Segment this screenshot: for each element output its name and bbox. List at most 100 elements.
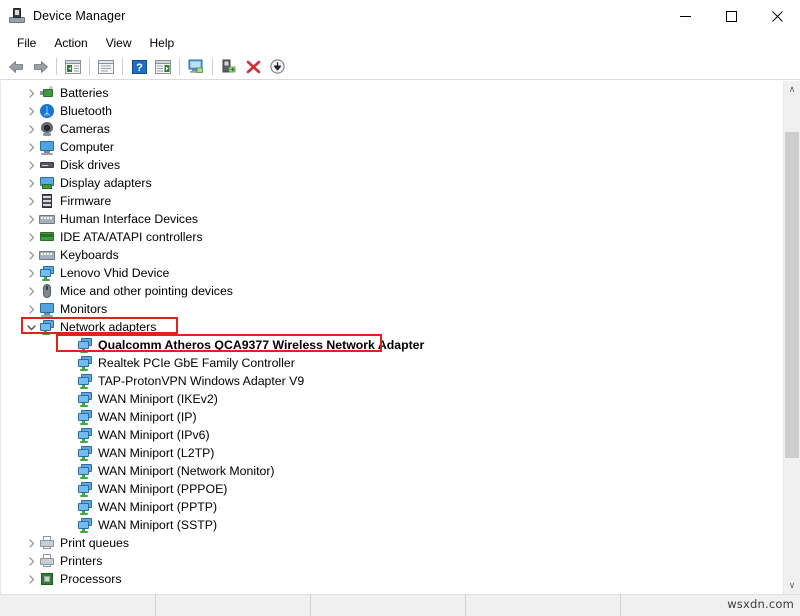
tree-item-label: WAN Miniport (IKEv2) (98, 391, 218, 407)
tree-item-processors[interactable]: Processors (1, 570, 783, 588)
chevron-right-icon[interactable] (23, 84, 39, 102)
tree-item-wan-miniport-ip[interactable]: WAN Miniport (IP) (1, 408, 783, 426)
device-tree[interactable]: BatteriesᛦBluetoothCamerasComputer Disk d… (0, 81, 783, 594)
chevron-right-icon[interactable] (23, 552, 39, 570)
tree-item-wan-miniport-pptp[interactable]: WAN Miniport (PPTP) (1, 498, 783, 516)
network-adapter-icon (39, 265, 55, 281)
chevron-right-icon[interactable] (23, 534, 39, 552)
chevron-right-icon[interactable] (23, 570, 39, 588)
bluetooth-icon: ᛦ (39, 103, 55, 119)
scrollbar-thumb[interactable] (785, 132, 799, 458)
chevron-right-icon[interactable] (23, 156, 39, 174)
tree-item-label: Display adapters (60, 175, 152, 191)
device-manager-window: Device Manager File Action View Help (0, 0, 800, 616)
vertical-scrollbar[interactable]: ∧ ∨ (783, 81, 800, 594)
watermark: wsxdn.com (727, 597, 794, 611)
scroll-down-button[interactable]: ∨ (784, 577, 800, 594)
tree-leaf-spacer (61, 408, 77, 426)
chevron-right-icon[interactable] (23, 228, 39, 246)
close-button[interactable] (754, 0, 800, 32)
maximize-button[interactable] (708, 0, 754, 32)
disk-drive-icon (39, 157, 55, 173)
chevron-down-icon[interactable] (23, 318, 39, 336)
chevron-right-icon[interactable] (23, 192, 39, 210)
computer-icon (39, 139, 55, 155)
tree-item-wan-miniport-network-monitor[interactable]: WAN Miniport (Network Monitor) (1, 462, 783, 480)
menu-view[interactable]: View (97, 34, 141, 52)
toolbar-separator (122, 58, 123, 75)
tree-item-human-interface-devices[interactable]: Human Interface Devices (1, 210, 783, 228)
menu-action[interactable]: Action (45, 34, 96, 52)
chevron-right-icon[interactable] (23, 246, 39, 264)
back-icon[interactable] (4, 56, 28, 78)
tree-item-monitors[interactable]: Monitors (1, 300, 783, 318)
scan-for-hardware-changes-icon[interactable] (184, 56, 208, 78)
tree-item-label: WAN Miniport (IPv6) (98, 427, 210, 443)
network-adapter-icon (77, 427, 93, 443)
help-icon[interactable]: ? (127, 56, 151, 78)
chevron-right-icon[interactable] (23, 282, 39, 300)
tree-item-tap-protonvpn-windows-adapter-v9[interactable]: TAP-ProtonVPN Windows Adapter V9 (1, 372, 783, 390)
chevron-right-icon[interactable] (23, 264, 39, 282)
tree-item-realtek-pcie-gbe-family-controller[interactable]: Realtek PCIe GbE Family Controller (1, 354, 783, 372)
status-bar: wsxdn.com (0, 594, 800, 616)
tree-leaf-spacer (61, 390, 77, 408)
tree-item-label: WAN Miniport (SSTP) (98, 517, 217, 533)
chevron-right-icon[interactable] (23, 120, 39, 138)
tree-item-batteries[interactable]: Batteries (1, 84, 783, 102)
menu-bar: File Action View Help (0, 32, 800, 54)
tree-item-disk-drives[interactable]: Disk drives (1, 156, 783, 174)
forward-icon[interactable] (28, 56, 52, 78)
disable-device-icon[interactable] (265, 56, 289, 78)
tree-item-wan-miniport-pppoe[interactable]: WAN Miniport (PPPOE) (1, 480, 783, 498)
tree-item-firmware[interactable]: Firmware (1, 192, 783, 210)
tree-item-label: Monitors (60, 301, 107, 317)
tree-item-label: Computer (60, 139, 114, 155)
tree-item-mice-and-other-pointing-devices[interactable]: Mice and other pointing devices (1, 282, 783, 300)
tree-item-label: Mice and other pointing devices (60, 283, 233, 299)
network-adapter-icon (77, 481, 93, 497)
tree-item-qualcomm-atheros-qca9377-wireless-network-adapter[interactable]: Qualcomm Atheros QCA9377 Wireless Networ… (1, 336, 783, 354)
tree-item-bluetooth[interactable]: ᛦBluetooth (1, 102, 783, 120)
tree-item-print-queues[interactable]: Print queues (1, 534, 783, 552)
network-adapter-icon (77, 463, 93, 479)
chevron-right-icon[interactable] (23, 210, 39, 228)
tree-item-wan-miniport-ikev2[interactable]: WAN Miniport (IKEv2) (1, 390, 783, 408)
minimize-button[interactable] (662, 0, 708, 32)
tree-item-label: Firmware (60, 193, 111, 209)
tree-item-label: Batteries (60, 85, 109, 101)
show-hide-console-tree-icon[interactable] (61, 56, 85, 78)
processor-icon (39, 571, 55, 587)
properties-icon[interactable] (94, 56, 118, 78)
tree-item-label: Qualcomm Atheros QCA9377 Wireless Networ… (98, 337, 424, 353)
menu-help[interactable]: Help (141, 34, 184, 52)
menu-file[interactable]: File (8, 34, 45, 52)
tree-item-label: WAN Miniport (PPPOE) (98, 481, 227, 497)
window-controls (662, 0, 800, 32)
tree-item-lenovo-vhid-device[interactable]: Lenovo Vhid Device (1, 264, 783, 282)
chevron-right-icon[interactable] (23, 300, 39, 318)
camera-icon (39, 121, 55, 137)
chevron-right-icon[interactable] (23, 138, 39, 156)
tree-item-wan-miniport-ipv6[interactable]: WAN Miniport (IPv6) (1, 426, 783, 444)
tree-item-wan-miniport-l2tp[interactable]: WAN Miniport (L2TP) (1, 444, 783, 462)
update-driver-icon[interactable] (217, 56, 241, 78)
tree-item-computer[interactable]: Computer (1, 138, 783, 156)
tree-item-display-adapters[interactable]: Display adapters (1, 174, 783, 192)
view-icon[interactable] (151, 56, 175, 78)
tree-item-cameras[interactable]: Cameras (1, 120, 783, 138)
display-adapter-icon (39, 175, 55, 191)
network-adapter-icon (39, 319, 55, 335)
tree-item-network-adapters[interactable]: Network adapters (1, 318, 783, 336)
tree-item-wan-miniport-sstp[interactable]: WAN Miniport (SSTP) (1, 516, 783, 534)
tree-item-ide-ata-atapi-controllers[interactable]: IDE ATA/ATAPI controllers (1, 228, 783, 246)
scroll-up-button[interactable]: ∧ (784, 81, 800, 98)
tree-item-keyboards[interactable]: Keyboards (1, 246, 783, 264)
tree-item-printers[interactable]: Printers (1, 552, 783, 570)
tree-item-label: Human Interface Devices (60, 211, 198, 227)
chevron-right-icon[interactable] (23, 174, 39, 192)
uninstall-device-icon[interactable] (241, 56, 265, 78)
toolbar-separator (212, 58, 213, 75)
chevron-right-icon[interactable] (23, 102, 39, 120)
tree-item-label: Disk drives (60, 157, 120, 173)
